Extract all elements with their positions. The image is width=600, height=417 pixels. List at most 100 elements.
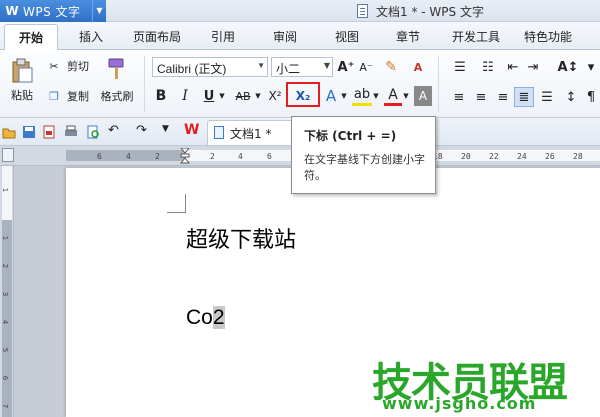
scissors-icon[interactable]: ✂ [46, 58, 62, 74]
ruler-margin-top [2, 166, 12, 220]
open-folder-icon[interactable] [2, 125, 16, 139]
print-icon[interactable] [64, 125, 78, 139]
save-icon[interactable] [22, 125, 36, 139]
font-color-icon[interactable]: A [384, 86, 402, 106]
print-preview-icon[interactable] [86, 125, 100, 139]
tab-developer[interactable]: 开发工具 [452, 28, 500, 45]
separator [438, 56, 439, 112]
copy-icon[interactable]: ❐ [46, 88, 62, 104]
wps-home-icon[interactable]: W [184, 122, 202, 138]
bullet-list-icon[interactable]: ☰ [448, 58, 472, 76]
tab-stop-selector[interactable] [2, 148, 14, 162]
undo-icon[interactable]: ↶ [108, 123, 122, 138]
app-menu-button[interactable]: W WPS 文字 ▼ [0, 0, 106, 22]
tab-page-layout[interactable]: 页面布局 [133, 28, 181, 45]
grow-font-button[interactable]: A⁺ [337, 58, 355, 76]
font-size-value: 小二 [276, 62, 301, 76]
more-icon[interactable]: ▾ [582, 58, 600, 76]
tab-chapter[interactable]: 章节 [396, 28, 420, 45]
page-corner-mark [167, 212, 186, 213]
tab-insert[interactable]: 插入 [79, 28, 103, 45]
indent-marker-icon[interactable] [180, 148, 190, 164]
superscript-button[interactable]: X² [264, 86, 286, 106]
align-right-icon[interactable]: ≡ [494, 88, 512, 106]
bold-button[interactable]: B [152, 86, 170, 106]
clear-format-icon[interactable]: ✎ [381, 58, 401, 76]
ruler-tick: 2 [155, 152, 160, 161]
paragraph-mark-icon[interactable]: ¶ [582, 88, 600, 106]
watermark-url: www.jsgho.com [382, 394, 537, 413]
ruler-tick: 6 [1, 375, 10, 381]
ruler-tick: 3 [1, 291, 10, 297]
ruler-tick: 4 [126, 152, 131, 161]
strikethrough-button[interactable]: AB [232, 86, 254, 106]
highlight-icon[interactable]: ab [352, 86, 372, 106]
ruler-tick: 4 [238, 152, 243, 161]
ruler-tick: 1 [1, 187, 10, 193]
italic-button[interactable]: I [176, 86, 194, 106]
ruler-tick: 24 [517, 152, 527, 161]
ruler-tick: 26 [545, 152, 555, 161]
align-left-icon[interactable]: ≡ [450, 88, 468, 106]
ruler-tick: 20 [461, 152, 471, 161]
font-name-select[interactable]: Calibri (正文) ▼ [152, 57, 268, 77]
vertical-ruler[interactable]: 1 1 2 3 4 5 6 7 [0, 166, 14, 417]
tab-view[interactable]: 视图 [335, 28, 359, 45]
numbered-list-icon[interactable]: ☷ [476, 58, 500, 76]
chevron-down-icon[interactable]: ▼ [92, 0, 106, 22]
tab-special[interactable]: 特色功能 [524, 28, 572, 45]
chevron-down-icon[interactable]: ▼ [340, 90, 348, 102]
font-name-value: Calibri (正文) [157, 62, 227, 76]
chevron-down-icon[interactable]: ▼ [218, 90, 226, 102]
text-effect-icon[interactable]: A [322, 86, 340, 106]
cut-button[interactable]: 剪切 [64, 58, 92, 74]
ruler-tick: 4 [1, 319, 10, 325]
char-shading-icon[interactable]: A [414, 86, 432, 106]
font-size-select[interactable]: 小二 ▼ [271, 57, 333, 77]
separator [144, 56, 145, 112]
tab-home[interactable]: 开始 [4, 24, 59, 51]
chevron-down-icon[interactable]: ▼ [372, 90, 380, 102]
sort-icon[interactable]: A↕ [556, 58, 580, 76]
format-painter-icon[interactable] [104, 56, 130, 82]
selected-text: 2 [212, 306, 225, 329]
tab-references[interactable]: 引用 [211, 28, 235, 45]
align-center-icon[interactable]: ≡ [472, 88, 490, 106]
paste-button[interactable]: 粘贴 [2, 88, 42, 102]
export-pdf-icon[interactable] [42, 125, 56, 139]
document-icon [214, 126, 224, 139]
subscript-highlight-box [286, 82, 320, 107]
document-icon [357, 4, 368, 18]
tab-review[interactable]: 审阅 [273, 28, 297, 45]
ruler-tick: 7 [1, 403, 10, 409]
justify-icon[interactable]: ≣ [514, 87, 534, 107]
ruler-tick: 6 [267, 152, 272, 161]
increase-indent-icon[interactable]: ⇥ [524, 58, 542, 76]
document-tab-label: 文档1 * [230, 127, 272, 141]
document-text-line[interactable]: Co2 [186, 306, 225, 330]
phonetic-guide-icon[interactable]: A [406, 58, 430, 76]
copy-button[interactable]: 复制 [64, 88, 92, 104]
ruler-tick: 6 [97, 152, 102, 161]
shrink-font-button[interactable]: A⁻ [357, 58, 375, 76]
chevron-down-icon[interactable]: ▼ [257, 61, 265, 70]
ruler-tick: 1 [1, 235, 10, 241]
paste-icon[interactable] [4, 56, 40, 86]
wps-logo-icon: W [5, 4, 19, 18]
window-title: 文档1 * - WPS 文字 [376, 5, 484, 19]
chevron-down-icon[interactable]: ▼ [162, 124, 176, 138]
document-tab[interactable]: 文档1 * [207, 120, 295, 145]
document-text-line[interactable]: 超级下载站 [186, 222, 296, 254]
distribute-icon[interactable]: ☰ [538, 88, 556, 106]
ruler-tick: 2 [210, 152, 215, 161]
redo-icon[interactable]: ↷ [136, 123, 150, 138]
chevron-down-icon[interactable]: ▼ [402, 90, 410, 102]
chevron-down-icon[interactable]: ▼ [254, 90, 262, 102]
ruler-tick: 2 [1, 263, 10, 269]
chevron-down-icon[interactable]: ▼ [324, 61, 330, 70]
tooltip-title: 下标 (Ctrl + =) [304, 129, 397, 143]
underline-button[interactable]: U [200, 86, 218, 106]
decrease-indent-icon[interactable]: ⇤ [504, 58, 522, 76]
format-painter-button[interactable]: 格式刷 [96, 88, 138, 104]
line-spacing-icon[interactable]: ↕ [562, 88, 580, 106]
